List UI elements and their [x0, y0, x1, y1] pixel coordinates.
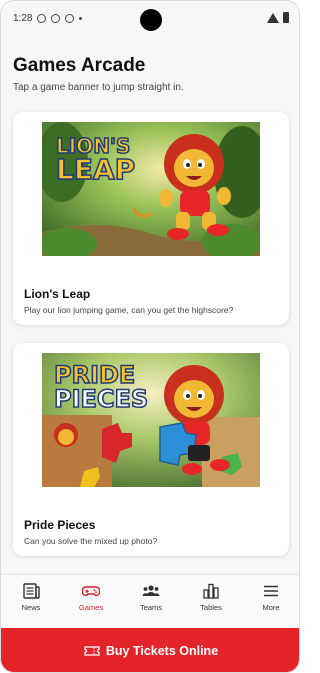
- status-right: [267, 12, 289, 23]
- pride-pieces-banner[interactable]: PRIDE PIECES: [42, 353, 260, 487]
- battery-icon: [283, 12, 289, 23]
- wifi-icon: [267, 12, 279, 23]
- nav-item-tables[interactable]: Tables: [181, 575, 241, 628]
- game-card-pride-pieces[interactable]: PRIDE PIECES Pride Pieces Can you solve …: [13, 343, 289, 556]
- nav-item-news[interactable]: News: [1, 575, 61, 628]
- card-description: Play our lion jumping game, can you get …: [24, 305, 234, 315]
- pride-pieces-logo: PRIDE PIECES: [53, 361, 149, 413]
- lions-leap-banner[interactable]: LION'S LEAP: [42, 122, 260, 256]
- pride-pieces-logo-line1: PRIDE: [53, 361, 136, 389]
- status-bar: 1:28: [1, 1, 299, 35]
- page-title: Games Arcade: [13, 55, 146, 76]
- page-subtitle: Tap a game banner to jump straight in.: [13, 82, 184, 93]
- camera-cutout: [140, 9, 162, 31]
- people-icon: [142, 585, 160, 596]
- nav-item-more[interactable]: More: [241, 575, 299, 628]
- bar-chart-icon: [203, 583, 219, 599]
- bottom-navigation: News Games Teams Tables More: [1, 574, 299, 628]
- ticket-icon: [84, 646, 100, 656]
- nav-label-teams: Teams: [139, 603, 163, 612]
- nav-label-news: News: [21, 603, 41, 612]
- nav-label-tables: Tables: [200, 603, 222, 612]
- pride-pieces-logo-line2: PIECES: [53, 385, 149, 413]
- nav-label-games: Games: [78, 603, 104, 612]
- more-notifications-icon: [79, 16, 83, 20]
- buy-tickets-button[interactable]: Buy Tickets Online: [1, 628, 299, 672]
- lions-leap-logo: LION'S LEAP: [55, 135, 136, 186]
- card-title: Pride Pieces: [24, 518, 96, 532]
- buy-tickets-label: Buy Tickets Online: [105, 644, 219, 658]
- lions-leap-logo-line2: LEAP: [55, 153, 136, 186]
- gamepad-icon: [82, 586, 100, 597]
- phone-screen: 1:28 Games Arcade Tap a game banner to j…: [0, 0, 300, 673]
- settings-icon: [65, 13, 75, 23]
- menu-icon: [264, 585, 278, 597]
- nav-item-games[interactable]: Games: [61, 575, 121, 628]
- status-time: 1:28: [13, 12, 33, 24]
- newspaper-icon: [23, 583, 40, 599]
- nav-label-more: More: [262, 603, 280, 612]
- notification-icon: [37, 13, 47, 23]
- game-card-lions-leap[interactable]: LION'S LEAP Lion's Leap Play our lion ju…: [13, 112, 289, 325]
- card-title: Lion's Leap: [24, 287, 91, 301]
- nav-item-teams[interactable]: Teams: [121, 575, 181, 628]
- sync-icon: [51, 13, 61, 23]
- status-left: 1:28: [13, 12, 83, 24]
- card-description: Can you solve the mixed up photo?: [24, 536, 158, 546]
